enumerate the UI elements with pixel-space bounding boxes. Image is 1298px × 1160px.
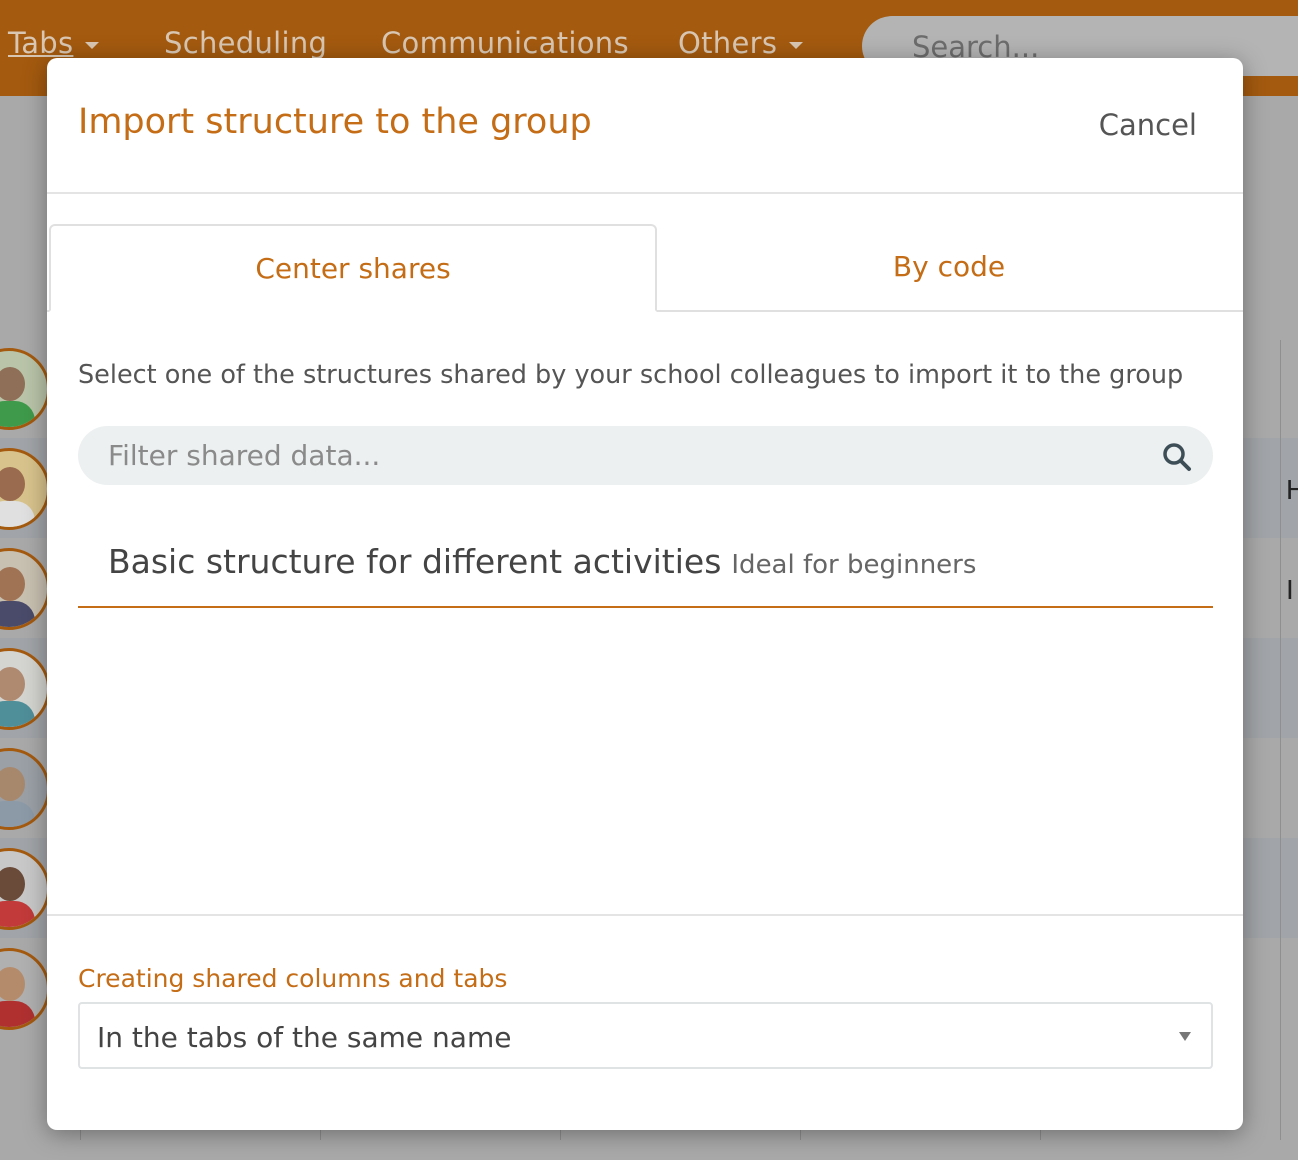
filter-shared-data-field (78, 426, 1213, 485)
creation-mode-label: Creating shared columns and tabs (78, 964, 508, 993)
import-source-tabs: Center shares By code (47, 224, 1243, 312)
instructions-text: Select one of the structures shared by y… (78, 360, 1184, 390)
divider (1280, 340, 1281, 1140)
chevron-down-icon (789, 41, 804, 49)
background-cell-text: H (1286, 474, 1298, 505)
import-structure-dialog: Import structure to the group Cancel Cen… (47, 58, 1243, 1130)
search-icon[interactable] (1161, 441, 1193, 473)
nav-tabs-label: Tabs (8, 26, 74, 60)
structure-title: Basic structure for different activities (108, 542, 722, 581)
tab-center-shares[interactable]: Center shares (49, 224, 657, 312)
cancel-button[interactable]: Cancel (1099, 108, 1197, 142)
chevron-down-icon (85, 41, 100, 49)
background-cell-text: I (1286, 574, 1294, 605)
structure-item-content: Basic structure for different activities… (108, 542, 976, 581)
nav-others-label: Others (678, 26, 778, 60)
structure-subtitle: Ideal for beginners (731, 550, 977, 580)
creation-mode-select[interactable]: In the tabs of the same name (78, 1002, 1213, 1069)
filter-input[interactable] (78, 426, 1138, 485)
tab-by-code[interactable]: By code (655, 224, 1243, 310)
dropdown-arrow-icon (1179, 1032, 1191, 1041)
nav-scheduling[interactable]: Scheduling (164, 26, 327, 60)
creation-mode-value: In the tabs of the same name (97, 1021, 512, 1054)
dialog-header: Import structure to the group Cancel (47, 58, 1243, 194)
list-item[interactable]: Basic structure for different activities… (78, 526, 1213, 608)
dialog-title: Import structure to the group (78, 102, 592, 142)
nav-communications[interactable]: Communications (381, 26, 629, 60)
divider (47, 914, 1243, 916)
nav-tabs-menu[interactable]: Tabs (8, 26, 100, 60)
nav-others-menu[interactable]: Others (678, 26, 804, 60)
